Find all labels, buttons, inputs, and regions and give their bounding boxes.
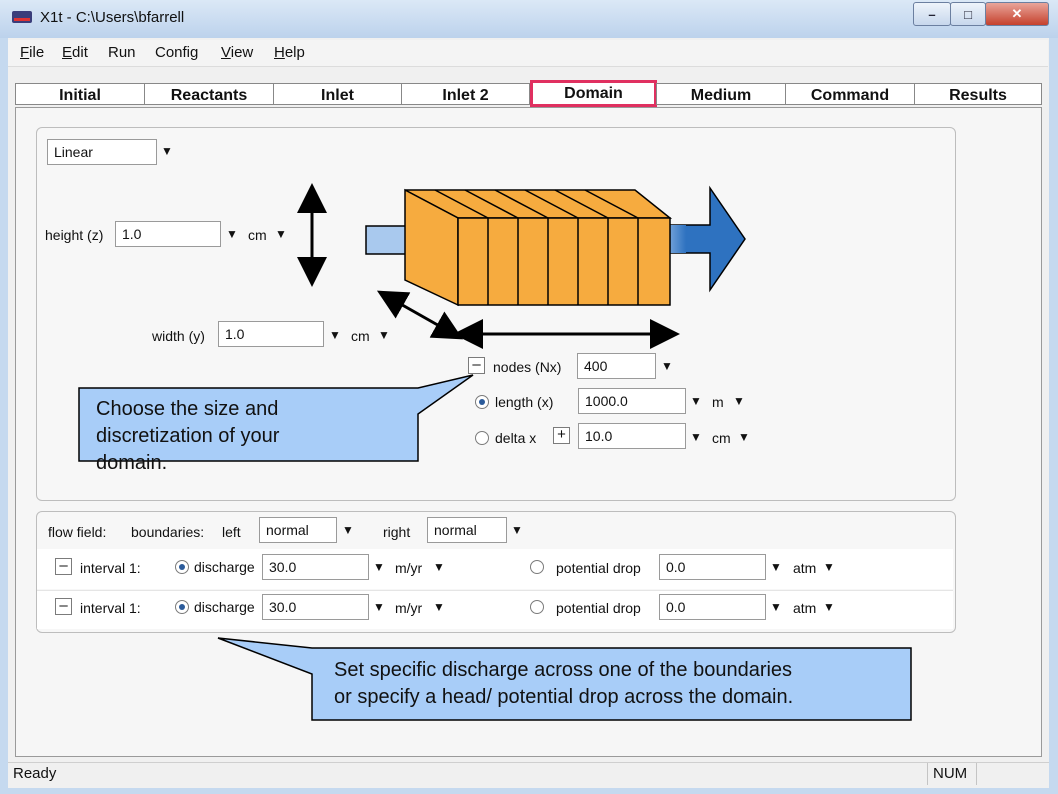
potential-label: potential drop <box>556 560 641 576</box>
delta-label: delta x <box>495 430 537 446</box>
nodes-label: nodes (Nx) <box>493 359 562 375</box>
triangle-down-icon[interactable]: ▼ <box>511 523 523 537</box>
domain-callout-text: Choose the size and discretization of yo… <box>96 398 280 474</box>
menu-run[interactable]: Run <box>108 44 136 61</box>
triangle-down-icon[interactable]: ▼ <box>823 560 835 574</box>
triangle-down-icon[interactable]: ▼ <box>823 600 835 614</box>
interval-label: interval 1: <box>80 600 141 616</box>
height-unit[interactable]: cm <box>248 227 267 243</box>
tab-reactants[interactable]: Reactants <box>144 83 274 105</box>
triangle-down-icon[interactable]: ▼ <box>690 394 702 408</box>
length-input[interactable]: 1000.0 <box>578 388 686 414</box>
flow-callout-line-2: or specify a head/ potential drop across… <box>334 686 794 708</box>
triangle-down-icon[interactable]: ▼ <box>661 359 673 373</box>
triangle-down-icon[interactable]: ▼ <box>433 560 445 574</box>
potential-unit[interactable]: atm <box>793 560 816 576</box>
app-window: X1t - C:\Users\bfarrell – □ ✕ File Edit … <box>0 0 1058 794</box>
menu-view[interactable]: View <box>221 44 253 61</box>
tab-initial[interactable]: Initial <box>15 83 145 105</box>
plus-icon[interactable]: + <box>553 427 570 444</box>
minus-icon[interactable]: – <box>55 558 72 575</box>
discharge-radio[interactable] <box>175 600 189 614</box>
width-label: width (y) <box>152 328 205 344</box>
tab-inlet[interactable]: Inlet <box>273 83 402 105</box>
discharge-label: discharge <box>194 559 255 575</box>
width-arrow-icon <box>376 290 464 340</box>
triangle-down-icon[interactable]: ▼ <box>733 394 745 408</box>
triangle-down-icon[interactable]: ▼ <box>161 144 173 158</box>
potential-unit[interactable]: atm <box>793 600 816 616</box>
left-label: left <box>222 524 241 540</box>
status-text: Ready <box>13 765 57 782</box>
triangle-down-icon[interactable]: ▼ <box>690 430 702 444</box>
flow-field-label: flow field: <box>48 524 107 540</box>
triangle-down-icon[interactable]: ▼ <box>373 600 385 614</box>
nodes-input[interactable]: 400 <box>577 353 656 379</box>
length-unit[interactable]: m <box>712 394 724 410</box>
potential-radio[interactable] <box>530 600 544 614</box>
length-label: length (x) <box>495 394 554 410</box>
left-boundary-select[interactable]: normal <box>259 517 337 543</box>
delta-unit[interactable]: cm <box>712 430 731 446</box>
discharge-radio[interactable] <box>175 560 189 574</box>
menu-file[interactable]: File <box>20 44 44 61</box>
potential-label: potential drop <box>556 600 641 616</box>
width-unit[interactable]: cm <box>351 328 370 344</box>
width-input[interactable]: 1.0 <box>218 321 324 347</box>
right-boundary-select[interactable]: normal <box>427 517 507 543</box>
app-icon <box>12 11 32 23</box>
height-label: height (z) <box>45 227 104 243</box>
discharge-unit[interactable]: m/yr <box>395 560 422 576</box>
interval-label: interval 1: <box>80 560 141 576</box>
triangle-down-icon[interactable]: ▼ <box>770 560 782 574</box>
menu-config[interactable]: Config <box>155 44 198 61</box>
triangle-down-icon[interactable]: ▼ <box>342 523 354 537</box>
status-bar <box>8 762 1049 787</box>
discharge-unit[interactable]: m/yr <box>395 600 422 616</box>
potential-input[interactable]: 0.0 <box>659 554 766 580</box>
geometry-select[interactable]: Linear <box>47 139 157 165</box>
tab-medium[interactable]: Medium <box>656 83 786 105</box>
boundaries-label: boundaries: <box>131 524 205 540</box>
triangle-down-icon[interactable]: ▼ <box>226 227 238 241</box>
tab-command[interactable]: Command <box>785 83 915 105</box>
domain-diagram <box>297 183 746 349</box>
discharge-input[interactable]: 30.0 <box>262 554 369 580</box>
triangle-down-icon[interactable]: ▼ <box>275 227 287 241</box>
triangle-down-icon[interactable]: ▼ <box>433 600 445 614</box>
discharge-input[interactable]: 30.0 <box>262 594 369 620</box>
potential-radio[interactable] <box>530 560 544 574</box>
triangle-down-icon[interactable]: ▼ <box>770 600 782 614</box>
window-title: X1t - C:\Users\bfarrell <box>40 9 185 26</box>
maximize-button[interactable]: □ <box>950 2 986 26</box>
tab-domain[interactable]: Domain <box>530 80 657 107</box>
height-input[interactable]: 1.0 <box>115 221 221 247</box>
triangle-down-icon[interactable]: ▼ <box>373 560 385 574</box>
num-lock-indicator: NUM <box>933 765 968 782</box>
menu-edit[interactable]: Edit <box>62 44 88 61</box>
potential-input[interactable]: 0.0 <box>659 594 766 620</box>
discharge-label: discharge <box>194 599 255 615</box>
triangle-down-icon[interactable]: ▼ <box>738 430 750 444</box>
tab-inlet-2[interactable]: Inlet 2 <box>401 83 530 105</box>
inlet-stub <box>365 225 411 255</box>
tab-results[interactable]: Results <box>914 83 1042 105</box>
minus-icon[interactable]: – <box>55 598 72 615</box>
delta-input[interactable]: 10.0 <box>578 423 686 449</box>
triangle-down-icon[interactable]: ▼ <box>378 328 390 342</box>
close-button[interactable]: ✕ <box>985 2 1049 26</box>
minimize-button[interactable]: – <box>913 2 951 26</box>
menu-help[interactable]: Help <box>274 44 305 61</box>
flow-callout-line-1: Set specific discharge across one of the… <box>334 659 793 681</box>
triangle-down-icon[interactable]: ▼ <box>329 328 341 342</box>
right-label: right <box>383 524 411 540</box>
